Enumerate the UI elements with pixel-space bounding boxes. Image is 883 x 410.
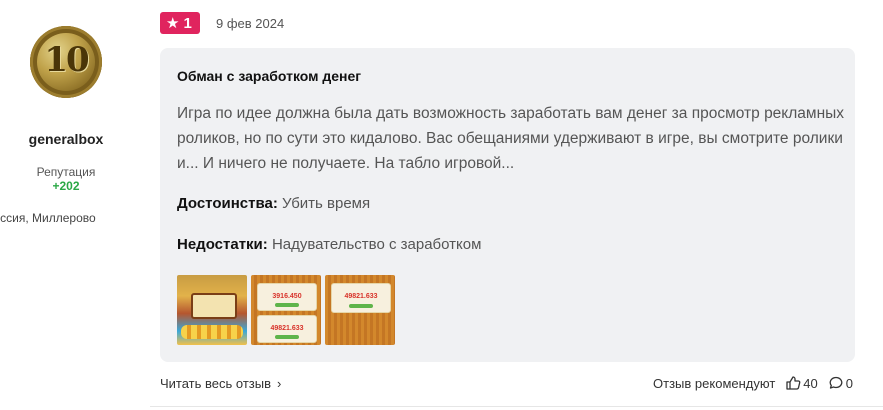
- divider: [150, 406, 883, 407]
- rating-value: 1: [183, 14, 192, 32]
- username-link[interactable]: generalbox: [0, 131, 132, 147]
- read-full-review-label: Читать весь отзыв: [160, 376, 272, 391]
- avatar-coin-number: 10: [44, 40, 89, 80]
- author-panel: 10 generalbox Репутация +202 Россия, Мил…: [0, 0, 150, 410]
- game-screenshot-3[interactable]: 49821.633: [325, 275, 395, 345]
- review-thumbnails: 3916.450 49821.633 49821.633: [177, 275, 395, 345]
- comments-count: 0: [845, 375, 853, 391]
- slot-machine-shape: [191, 293, 237, 319]
- review-body: Игра по идее должна была дать возможност…: [177, 105, 845, 172]
- chevron-right-icon: ›: [277, 376, 282, 391]
- reward-panel: 3916.450: [257, 283, 317, 311]
- thumbs-up-icon: [786, 376, 801, 390]
- reward-button-shape: [349, 304, 373, 308]
- review-pros: Достоинства: Убить время: [177, 195, 370, 212]
- review-card: Обман с заработком денег Игра по идее до…: [160, 48, 855, 362]
- recommend-label: Отзыв рекомендуют: [653, 375, 776, 391]
- reputation-value: +202: [52, 179, 80, 193]
- comment-icon: [829, 376, 843, 389]
- pros-label: Достоинства:: [177, 195, 278, 212]
- star-icon: ★: [166, 14, 180, 32]
- reward-panel: 49821.633: [331, 283, 391, 313]
- reputation-label: Репутация: [36, 165, 96, 179]
- coins-shape: [181, 325, 243, 339]
- game-screenshot-1[interactable]: [177, 275, 247, 345]
- rating-badge: ★ 1: [160, 12, 200, 34]
- review-meta: ★ 1 9 фев 2024: [160, 12, 284, 34]
- cons-label: Недостатки:: [177, 236, 268, 253]
- comment-button[interactable]: 0: [828, 375, 853, 391]
- reward-number: 3916.450: [272, 293, 302, 300]
- review-title[interactable]: Обман с заработком денег: [177, 68, 361, 84]
- like-button[interactable]: 40: [785, 375, 818, 391]
- read-full-review-link[interactable]: Читать весь отзыв ›: [160, 376, 281, 391]
- review-actions: Отзыв рекомендуют 40 0: [653, 374, 853, 392]
- game-screenshot-2[interactable]: 3916.450 49821.633: [251, 275, 321, 345]
- review-date: 9 фев 2024: [216, 15, 285, 31]
- reward-panel: 49821.633: [257, 315, 317, 343]
- reward-button-shape: [275, 335, 299, 339]
- reward-button-shape: [275, 303, 299, 307]
- cons-value: Надувательство с заработком: [271, 236, 482, 253]
- avatar[interactable]: 10: [30, 26, 102, 98]
- review-cons: Недостатки: Надувательство с заработком: [177, 236, 481, 253]
- reward-number: 49821.633: [344, 293, 378, 300]
- user-location: Россия, Миллерово: [0, 211, 96, 225]
- likes-count: 40: [803, 375, 818, 391]
- reward-number: 49821.633: [270, 325, 304, 332]
- pros-value: Убить время: [282, 195, 371, 212]
